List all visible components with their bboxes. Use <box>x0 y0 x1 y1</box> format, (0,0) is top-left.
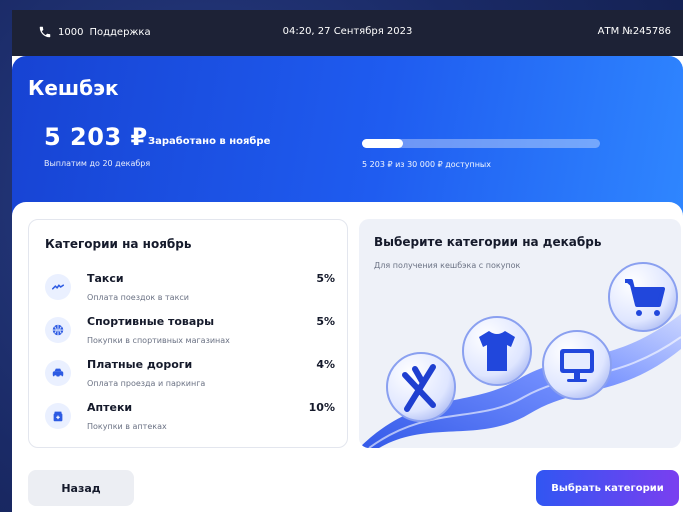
promo-illustration <box>359 262 681 448</box>
cashback-progress-fill <box>362 139 404 148</box>
category-item-toll-roads: Платные дороги Оплата проезда и паркинга… <box>45 356 335 396</box>
medicine-icon <box>45 403 71 429</box>
category-percent: 10% <box>308 401 335 414</box>
tshirt-icon <box>462 316 532 386</box>
ball-icon <box>45 317 71 343</box>
datetime: 04:20, 27 Сентября 2023 <box>282 26 413 37</box>
promo-card[interactable]: Выберите категории на декабрь Для получе… <box>359 219 681 448</box>
cashback-amount: 5 203 ₽ <box>44 123 148 151</box>
progress-label: 5 203 ₽ из 30 000 ₽ доступных <box>362 160 491 169</box>
back-button[interactable]: Назад <box>28 470 134 506</box>
category-percent: 5% <box>316 315 335 328</box>
category-item-taxi: Такси Оплата поездок в такси 5% <box>45 270 335 310</box>
category-name: Платные дороги <box>87 358 193 371</box>
category-description: Оплата проезда и паркинга <box>87 379 206 388</box>
category-item-pharmacy: Аптеки Покупки в аптеках 10% <box>45 399 335 439</box>
earned-label: Заработано в ноябре <box>148 136 271 147</box>
promo-title: Выберите категории на декабрь <box>374 235 602 249</box>
cashback-summary: Кешбэк 5 203 ₽ Заработано в ноябре Выпла… <box>12 56 683 216</box>
monitor-icon <box>542 330 612 400</box>
category-description: Покупки в аптеках <box>87 422 167 431</box>
promo-subtitle: Для получения кешбэка с покупок <box>374 261 521 270</box>
atm-id: АТМ №245786 <box>597 26 671 37</box>
category-name: Аптеки <box>87 401 133 414</box>
taxi-icon <box>45 274 71 300</box>
category-name: Такси <box>87 272 124 285</box>
cashback-progress-bar <box>362 139 600 148</box>
car-icon <box>45 360 71 386</box>
category-percent: 5% <box>316 272 335 285</box>
payout-note: Выплатим до 20 декабря <box>44 159 151 168</box>
categories-card: Категории на ноябрь Такси Оплата поездок… <box>28 219 348 448</box>
category-name: Спортивные товары <box>87 315 215 328</box>
cutlery-icon <box>386 352 456 422</box>
category-percent: 4% <box>316 358 335 371</box>
status-bar: 1000 Поддержка 04:20, 27 Сентября 2023 А… <box>12 10 683 56</box>
categories-title: Категории на ноябрь <box>45 237 192 251</box>
category-item-sports: Спортивные товары Покупки в спортивных м… <box>45 313 335 353</box>
cart-icon <box>608 262 678 332</box>
content-sheet: Категории на ноябрь Такси Оплата поездок… <box>12 202 683 512</box>
select-categories-button[interactable]: Выбрать категории <box>536 470 679 506</box>
page-title: Кешбэк <box>28 76 119 100</box>
category-description: Оплата поездок в такси <box>87 293 189 302</box>
atm-screen: 1000 Поддержка 04:20, 27 Сентября 2023 А… <box>12 10 683 512</box>
category-description: Покупки в спортивных магазинах <box>87 336 230 345</box>
